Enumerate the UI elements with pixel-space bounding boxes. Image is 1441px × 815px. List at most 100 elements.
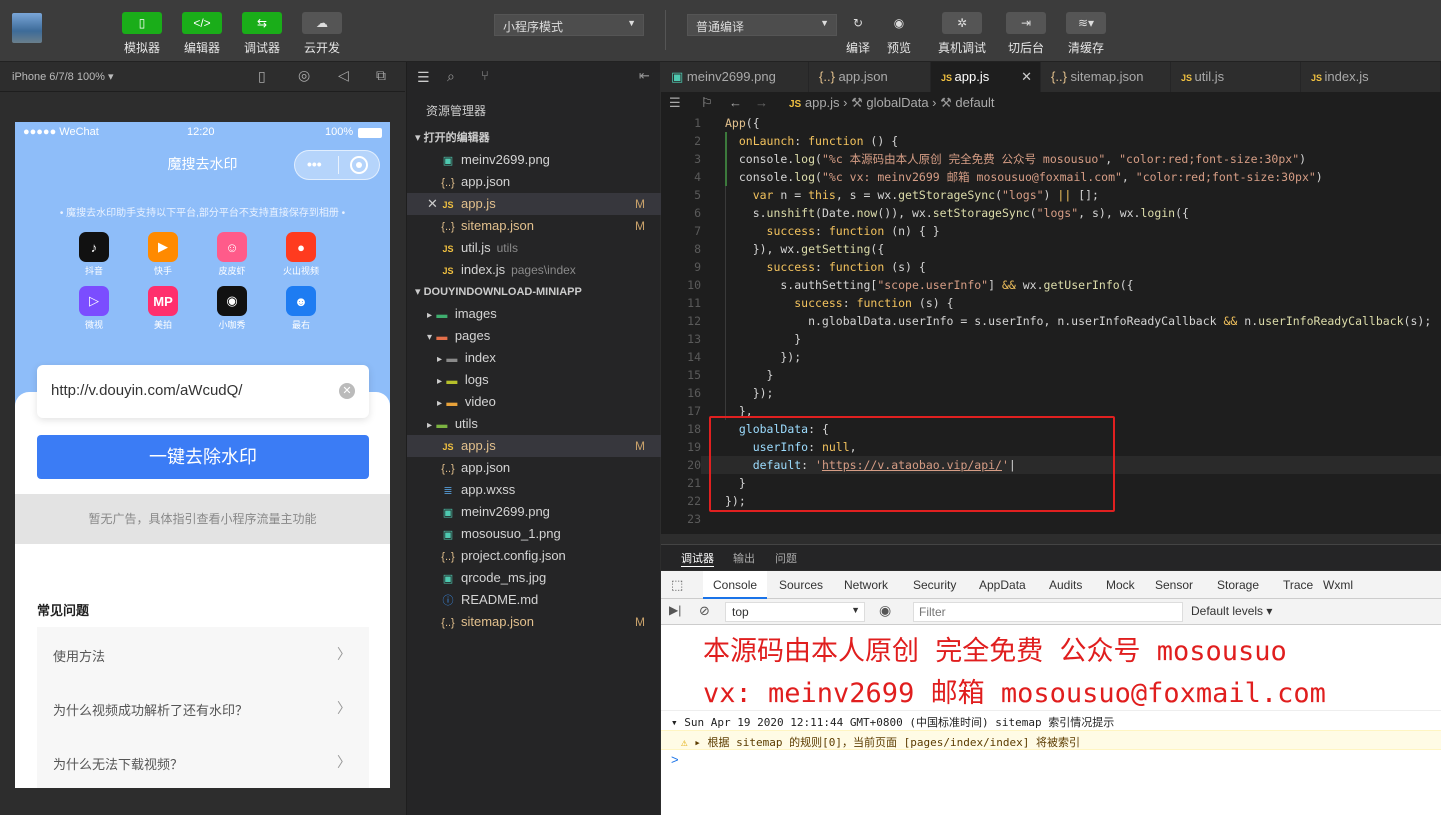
platform-item[interactable]: ☺ 皮皮虾: [209, 232, 255, 277]
tab-app-js[interactable]: JS app.js ✕: [931, 62, 1041, 92]
tab-network[interactable]: Network: [844, 571, 888, 599]
preview-button[interactable]: ◉ 预览: [869, 12, 929, 56]
platform-item[interactable]: ▶ 快手: [140, 232, 186, 277]
window-icon[interactable]: ⧉: [376, 67, 386, 84]
faq-item[interactable]: 为什么无法下载视频？ 〉: [37, 735, 369, 788]
clear-cache-button[interactable]: ≋▾ 清缓存: [1056, 12, 1116, 56]
project-header[interactable]: ▾ DOUYINDOWNLOAD-MINIAPP: [407, 281, 661, 303]
file-item[interactable]: ▣ mosousuo_1.png: [407, 523, 661, 545]
bookmark-icon[interactable]: ⚐: [701, 92, 713, 114]
close-icon[interactable]: ✕: [1021, 62, 1032, 92]
context-select[interactable]: top ▼: [725, 602, 865, 622]
file-item[interactable]: {..} app.json: [407, 457, 661, 479]
file-item[interactable]: ⓘ README.md: [407, 589, 661, 611]
platform-item[interactable]: ☻ 最右: [278, 286, 324, 331]
file-item[interactable]: ▣ meinv2699.png: [407, 501, 661, 523]
remove-watermark-button[interactable]: 一键去除水印: [37, 435, 369, 479]
list-icon[interactable]: ☰: [669, 92, 681, 114]
collapse-panel-icon[interactable]: ⇤: [639, 68, 650, 84]
folder-item[interactable]: ▸ ▬ index: [407, 347, 661, 369]
console-prompt[interactable]: >: [671, 752, 679, 767]
tab-sitemap-json[interactable]: {..} sitemap.json: [1041, 62, 1171, 92]
tab-wxml[interactable]: Wxml: [1323, 571, 1353, 599]
rotate-icon[interactable]: ▯: [258, 68, 266, 85]
tab-debugger[interactable]: 调试器: [681, 550, 714, 567]
close-icon[interactable]: ✕: [427, 193, 438, 215]
simulator-button[interactable]: ▯ 模拟器: [112, 12, 172, 56]
tab-sources[interactable]: Sources: [779, 571, 823, 599]
list-icon[interactable]: ☰: [417, 69, 430, 86]
file-item[interactable]: ▣ meinv2699.png: [407, 149, 661, 171]
mode-select[interactable]: 小程序模式 ▼: [494, 14, 644, 36]
tab-meinv2699-png[interactable]: ▣ meinv2699.png: [661, 62, 809, 92]
platform-item[interactable]: MP 美拍: [140, 286, 186, 331]
tab-output[interactable]: 输出: [733, 550, 755, 566]
tab-util-js[interactable]: JS util.js: [1171, 62, 1301, 92]
more-icon[interactable]: •••: [307, 156, 322, 172]
tab-app-json[interactable]: {..} app.json: [809, 62, 931, 92]
console-group[interactable]: ▾ Sun Apr 19 2020 12:11:44 GMT+0800 (中国标…: [661, 710, 1441, 730]
file-item[interactable]: ▣ qrcode_ms.jpg: [407, 567, 661, 589]
file-item[interactable]: {..} project.config.json: [407, 545, 661, 567]
open-editors-header[interactable]: ▾ 打开的编辑器: [407, 127, 661, 149]
search-icon[interactable]: ⌕: [447, 68, 455, 85]
sound-icon[interactable]: ◁: [338, 67, 349, 84]
compile-select[interactable]: 普通编译 ▼: [687, 14, 837, 36]
editor-button[interactable]: </> 编辑器: [172, 12, 232, 56]
clear-input-icon[interactable]: ✕: [339, 383, 355, 399]
file-item[interactable]: {..} sitemap.json M: [407, 611, 661, 633]
console-warning[interactable]: ⚠ ▸ 根据 sitemap 的规则[0]，当前页面 [pages/index/…: [661, 730, 1441, 750]
device-select[interactable]: iPhone 6/7/8 100% ▾: [12, 70, 114, 83]
tab-appdata[interactable]: AppData: [979, 571, 1026, 599]
faq-item[interactable]: 为什么视频成功解析了还有水印？ 〉: [37, 681, 369, 735]
levels-select[interactable]: Default levels ▾: [1191, 604, 1272, 618]
file-item[interactable]: JS index.js pages\index: [407, 259, 661, 281]
platform-item[interactable]: ● 火山视频: [278, 232, 324, 277]
remote-debug-button[interactable]: ✲ 真机调试: [932, 12, 992, 56]
sidebar-toggle-icon[interactable]: ▶|: [669, 603, 681, 617]
debugger-button[interactable]: ⇆ 调试器: [232, 12, 292, 56]
capsule-menu[interactable]: •••: [294, 150, 380, 180]
file-item[interactable]: JS app.js M: [407, 435, 661, 457]
tab-security[interactable]: Security: [913, 571, 956, 599]
tab-mock[interactable]: Mock: [1106, 571, 1135, 599]
close-mini-icon[interactable]: [350, 156, 368, 174]
breadcrumb-item[interactable]: globalData: [866, 95, 928, 110]
url-input[interactable]: http://v.douyin.com/aWcudQ/ ✕: [37, 365, 369, 418]
breadcrumb-item[interactable]: app.js: [805, 95, 840, 110]
tab-trace[interactable]: Trace: [1283, 571, 1313, 599]
tab-audits[interactable]: Audits: [1049, 571, 1082, 599]
platform-item[interactable]: ♪ 抖音: [71, 232, 117, 277]
git-branch-icon[interactable]: ⑂: [481, 68, 489, 83]
folder-item[interactable]: ▸ ▬ utils: [407, 413, 661, 435]
tab-sensor[interactable]: Sensor: [1155, 571, 1193, 599]
block-icon[interactable]: ⊘: [699, 603, 710, 619]
file-item[interactable]: {..} sitemap.json M: [407, 215, 661, 237]
back-icon[interactable]: ←: [729, 92, 742, 114]
home-icon[interactable]: ◎: [298, 67, 310, 84]
avatar[interactable]: [12, 13, 42, 43]
faq-item[interactable]: 使用方法 〉: [37, 627, 369, 681]
file-item[interactable]: {..} app.json: [407, 171, 661, 193]
folder-item[interactable]: ▸ ▬ video: [407, 391, 661, 413]
cloud-button[interactable]: ☁ 云开发: [292, 12, 352, 56]
forward-icon[interactable]: →: [755, 92, 768, 114]
console-filter-input[interactable]: [913, 602, 1183, 622]
folder-item[interactable]: ▸ ▬ images: [407, 303, 661, 325]
eye-icon[interactable]: ◉: [879, 602, 891, 619]
file-item[interactable]: JS util.js utils: [407, 237, 661, 259]
tab-console[interactable]: Console: [703, 571, 768, 599]
inspect-icon[interactable]: ⬚: [671, 577, 683, 593]
file-item[interactable]: JS app.js M ✕: [407, 193, 661, 215]
tab-problems[interactable]: 问题: [775, 550, 797, 566]
folder-item[interactable]: ▸ ▬ logs: [407, 369, 661, 391]
code-editor[interactable]: 1 2 3 4 5 6 7 8 9 10 11 12 13 14 15 16 17 18 19 20 21 22 23 Ap…: [661, 114, 1441, 534]
platform-item[interactable]: ◉ 小咖秀: [209, 286, 255, 331]
platform-item[interactable]: ▷ 微视: [71, 286, 117, 331]
folder-item[interactable]: ▾ ▬ pages: [407, 325, 661, 347]
tab-index-js[interactable]: JS index.js: [1301, 62, 1441, 92]
tab-storage[interactable]: Storage: [1217, 571, 1259, 599]
background-button[interactable]: ⇥ 切后台: [996, 12, 1056, 56]
breadcrumb-item[interactable]: default: [955, 95, 994, 110]
file-item[interactable]: ≣ app.wxss: [407, 479, 661, 501]
